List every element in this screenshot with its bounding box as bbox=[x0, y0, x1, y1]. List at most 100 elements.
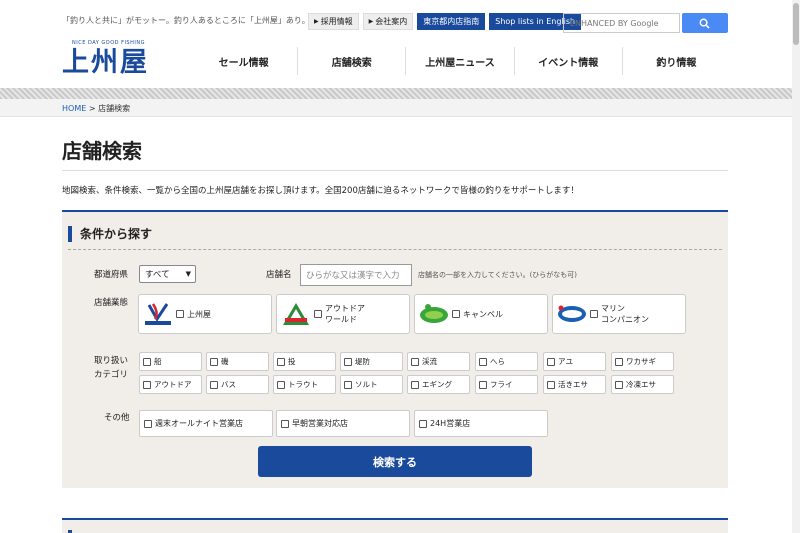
category-option[interactable]: 船 bbox=[139, 352, 202, 371]
other-option-label: 週末オールナイト営業店 bbox=[155, 419, 243, 428]
store-name-input[interactable]: ひらがな又は漢字で入力 bbox=[300, 264, 412, 286]
top-links: ▶ 採用情報 ▶ 会社案内 東京都内店指南 Shop lists in Englis… bbox=[308, 13, 582, 30]
category-option[interactable]: 活きエサ bbox=[543, 375, 606, 394]
category-option[interactable]: フライ bbox=[475, 375, 538, 394]
category-checkbox[interactable] bbox=[143, 357, 151, 366]
campbell-logo-icon bbox=[419, 301, 449, 327]
marine-companion-logo-icon bbox=[557, 301, 587, 327]
type-joshuya-label: 上州屋 bbox=[187, 309, 211, 319]
main-nav: セール情報 店舗検索 上州屋ニュース イベント情報 釣り情報 bbox=[190, 47, 730, 75]
scrollbar[interactable] bbox=[792, 0, 800, 533]
outdoor-world-logo-icon bbox=[281, 301, 311, 327]
other-option-24h[interactable]: 24H営業店 bbox=[414, 410, 548, 437]
category-label: アウトドア bbox=[154, 380, 192, 389]
category-label: 投 bbox=[288, 357, 296, 366]
category-option[interactable]: アウトドア bbox=[139, 375, 202, 394]
prefecture-select[interactable]: すべて ▼ bbox=[139, 265, 196, 283]
type-outdoor-world-checkbox[interactable] bbox=[314, 310, 322, 318]
breadcrumb-bar: HOME > 店舗検索 bbox=[0, 99, 800, 117]
type-outdoor-world-label: アウトドア ワールド bbox=[325, 304, 365, 324]
arrow-icon: ▶ bbox=[314, 18, 319, 25]
category-option[interactable]: ソルト bbox=[340, 375, 403, 394]
other-option-label: 24H営業店 bbox=[430, 419, 471, 428]
search-submit-button[interactable]: 検索する bbox=[258, 446, 532, 477]
category-label: へら bbox=[490, 357, 505, 366]
other-label: その他 bbox=[104, 413, 130, 423]
category-label: バス bbox=[221, 380, 236, 389]
category-label: 磯 bbox=[221, 357, 229, 366]
category-checkbox[interactable] bbox=[210, 380, 218, 389]
category-checkbox[interactable] bbox=[143, 380, 151, 389]
category-checkbox[interactable] bbox=[547, 357, 555, 366]
store-name-hint: 店舗名の一部を入力してください。(ひらがなも可) bbox=[418, 271, 578, 279]
search-placeholder: ENHANCED BY Google bbox=[570, 18, 659, 28]
category-checkbox[interactable] bbox=[277, 380, 285, 389]
category-checkbox[interactable] bbox=[411, 380, 419, 389]
category-option[interactable]: 冷凍エサ bbox=[611, 375, 674, 394]
company-link[interactable]: ▶ 会社案内 bbox=[362, 13, 414, 30]
category-checkbox[interactable] bbox=[547, 380, 555, 389]
category-checkbox[interactable] bbox=[615, 357, 623, 366]
type-option-campbell[interactable]: キャンベル bbox=[414, 294, 548, 334]
category-option[interactable]: ワカサギ bbox=[611, 352, 674, 371]
category-checkbox[interactable] bbox=[479, 380, 487, 389]
category-label: トラウト bbox=[288, 380, 318, 389]
category-checkbox[interactable] bbox=[615, 380, 623, 389]
category-checkbox[interactable] bbox=[411, 357, 419, 366]
scrollbar-thumb[interactable] bbox=[793, 3, 799, 45]
category-option[interactable]: へら bbox=[475, 352, 538, 371]
category-option[interactable]: トラウト bbox=[273, 375, 336, 394]
other-checkbox[interactable] bbox=[144, 419, 152, 428]
category-option[interactable]: アユ bbox=[543, 352, 606, 371]
category-option[interactable]: 投 bbox=[273, 352, 336, 371]
breadcrumb-home[interactable]: HOME bbox=[62, 104, 86, 113]
type-marine-companion-checkbox[interactable] bbox=[590, 310, 598, 318]
type-campbell-label: キャンベル bbox=[463, 309, 503, 319]
type-campbell-checkbox[interactable] bbox=[452, 310, 460, 318]
nav-events[interactable]: イベント情報 bbox=[515, 47, 623, 75]
page-title: 店舗検索 bbox=[62, 139, 142, 163]
nav-news[interactable]: 上州屋ニュース bbox=[406, 47, 515, 75]
category-checkbox[interactable] bbox=[210, 357, 218, 366]
type-option-joshuya[interactable]: 上州屋 bbox=[138, 294, 272, 334]
category-label: 活きエサ bbox=[558, 380, 588, 389]
other-option-weekend-allnight[interactable]: 週末オールナイト営業店 bbox=[139, 410, 273, 437]
panel-divider bbox=[68, 249, 722, 250]
title-divider bbox=[62, 170, 728, 171]
joshuya-logo-icon bbox=[143, 301, 173, 327]
next-section-panel bbox=[62, 518, 728, 533]
category-option[interactable]: 渓流 bbox=[407, 352, 470, 371]
nav-fishing-info[interactable]: 釣り情報 bbox=[623, 47, 730, 75]
category-option[interactable]: 堤防 bbox=[340, 352, 403, 371]
tokyo-guide-link[interactable]: 東京都内店指南 bbox=[417, 13, 486, 30]
condition-search-panel: 条件から探す 都道府県 すべて ▼ 店舗名 ひらがな又は漢字で入力 店舗名の一部… bbox=[62, 210, 728, 488]
category-option[interactable]: バス bbox=[206, 375, 269, 394]
category-option[interactable]: 磯 bbox=[206, 352, 269, 371]
type-option-marine-companion[interactable]: マリン コンパニオン bbox=[552, 294, 686, 334]
category-label: ソルト bbox=[355, 380, 378, 389]
handling-category-label: 取り扱い カテゴリ bbox=[94, 356, 129, 380]
nav-sale[interactable]: セール情報 bbox=[190, 47, 299, 75]
category-checkbox[interactable] bbox=[344, 357, 352, 366]
category-option[interactable]: エギング bbox=[407, 375, 470, 394]
recruit-link[interactable]: ▶ 採用情報 bbox=[308, 13, 359, 30]
other-option-early-morning[interactable]: 早朝営業対応店 bbox=[276, 410, 410, 437]
header-pattern-strip bbox=[0, 88, 800, 99]
arrow-icon: ▶ bbox=[368, 18, 374, 25]
category-checkbox[interactable] bbox=[479, 357, 487, 366]
tagline: 「釣り人と共に」がモットー。釣り人あるところに「上州屋」あり。 bbox=[62, 16, 310, 25]
category-checkbox[interactable] bbox=[277, 357, 285, 366]
other-checkbox[interactable] bbox=[281, 419, 289, 428]
search-button[interactable] bbox=[681, 13, 728, 33]
search-input[interactable]: ENHANCED BY Google bbox=[563, 13, 680, 33]
type-joshuya-checkbox[interactable] bbox=[176, 310, 184, 318]
category-checkbox[interactable] bbox=[344, 380, 352, 389]
site-logo[interactable]: NICE DAY GOOD FISHING 上州屋 bbox=[62, 40, 160, 80]
site-search: ENHANCED BY Google bbox=[563, 13, 728, 33]
category-label: ワカサギ bbox=[626, 357, 656, 366]
other-checkbox[interactable] bbox=[419, 419, 427, 428]
category-label: フライ bbox=[490, 380, 513, 389]
type-option-outdoor-world[interactable]: アウトドア ワールド bbox=[276, 294, 410, 334]
store-name-placeholder: ひらがな又は漢字で入力 bbox=[306, 271, 400, 281]
nav-store-search[interactable]: 店舗検索 bbox=[298, 47, 407, 75]
